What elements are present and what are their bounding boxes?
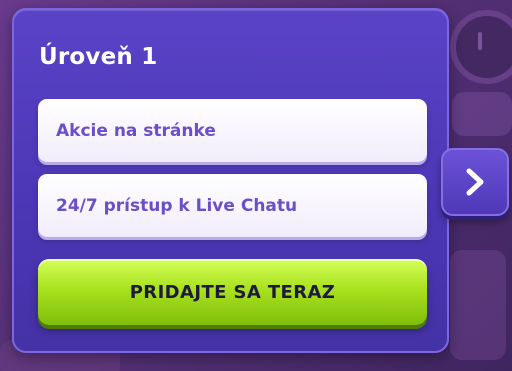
wall-clock-decoration — [450, 10, 512, 84]
feature-item: Akcie na stránke — [38, 99, 427, 162]
next-tier-button[interactable] — [441, 148, 509, 216]
tier-title: Úroveň 1 — [39, 44, 158, 70]
background-cabinet — [450, 250, 506, 360]
feature-item: 24/7 prístup k Live Chatu — [38, 174, 427, 237]
background-shelf — [452, 92, 512, 136]
tier-panel: Úroveň 1 Akcie na stránke 24/7 prístup k… — [12, 8, 449, 353]
join-now-button[interactable]: PRIDAJTE SA TERAZ — [38, 259, 427, 325]
stage: Úroveň 1 Akcie na stránke 24/7 prístup k… — [0, 0, 512, 371]
chevron-right-icon — [466, 168, 484, 196]
